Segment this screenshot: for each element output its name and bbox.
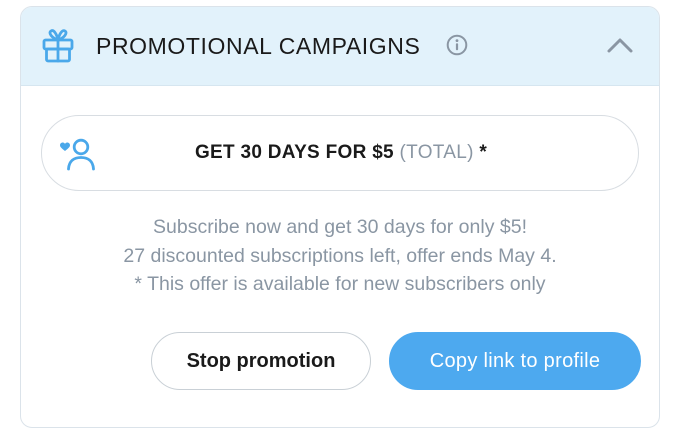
offer-asterisk: *: [479, 142, 488, 163]
section-title: PROMOTIONAL CAMPAIGNS: [96, 33, 421, 59]
offer-description: Subscribe now and get 30 days for only $…: [21, 213, 659, 299]
stop-promotion-button[interactable]: Stop promotion: [151, 332, 371, 390]
info-icon[interactable]: [446, 34, 468, 56]
collapse-button[interactable]: [605, 30, 635, 60]
description-line-1: Subscribe now and get 30 days for only $…: [153, 216, 527, 238]
offer-text: GET 30 DAYS FOR $5 (TOTAL) *: [42, 116, 640, 189]
description-line-2: 27 discounted subscriptions left, offer …: [123, 244, 557, 267]
card-header[interactable]: PROMOTIONAL CAMPAIGNS: [21, 7, 659, 86]
offer-qualifier: (TOTAL): [399, 142, 474, 163]
gift-icon: [42, 29, 74, 63]
offer-main: GET 30 DAYS FOR $5: [194, 142, 394, 163]
promotional-campaigns-card: PROMOTIONAL CAMPAIGNS GET 30 DAYS FOR $5…: [20, 6, 660, 428]
description-line-3: * This offer is available for new subscr…: [134, 273, 546, 295]
chevron-up-icon: [607, 38, 633, 53]
copy-link-button[interactable]: Copy link to profile: [389, 332, 641, 390]
offer-summary-pill: GET 30 DAYS FOR $5 (TOTAL) *: [41, 115, 639, 191]
